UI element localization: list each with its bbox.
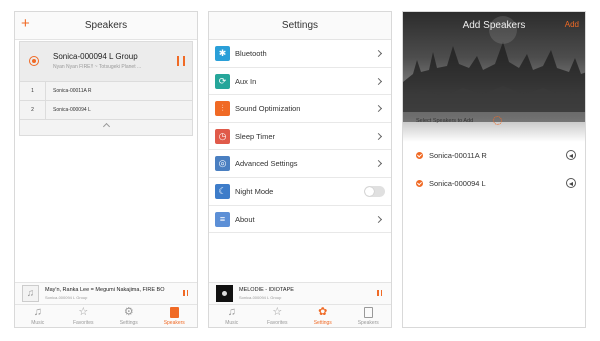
chevron-right-icon — [374, 49, 383, 58]
tab-favorites[interactable]: ☆ Favorites — [61, 305, 107, 327]
settings-item-bluetooth[interactable]: ✱ Bluetooth — [209, 40, 391, 68]
group-selected-radio-icon[interactable] — [29, 56, 39, 66]
mini-player-title: May'n, Ranka Lee = Megumi Nakajima, FIRE… — [45, 287, 165, 293]
speaker-icon — [346, 305, 392, 320]
timer-icon: ◷ — [215, 128, 230, 144]
gear-icon: ⚙ — [123, 306, 134, 318]
tab-label: Speakers — [357, 320, 379, 326]
speakers-header: + Speakers — [15, 12, 197, 40]
tab-bar: ♫ Music ☆ Favorites ✿ Settings Speakers — [209, 304, 392, 327]
chevron-right-icon — [374, 215, 383, 223]
checkmark-icon[interactable] — [416, 152, 423, 159]
settings-item-label: Night Mode — [235, 186, 274, 196]
settings-item-sound-optimization[interactable]: ⫶ Sound Optimization — [209, 95, 391, 123]
speakers-title: Speakers — [84, 20, 128, 31]
settings-item-aux-in[interactable]: ⟳ Aux In — [209, 68, 391, 96]
settings-item-advanced-settings[interactable]: ◎ Advanced Settings — [209, 150, 391, 178]
tab-label: Music — [225, 320, 239, 326]
speakers-screen: + Speakers Sonica-000094 L Group Nyan Ny… — [14, 11, 198, 328]
add-speakers-screen: Add Speakers Add Select Speakers to Add … — [402, 11, 586, 328]
chevron-right-icon — [374, 132, 383, 140]
speaker-name: Sonica-00011A R — [429, 151, 487, 160]
member-index: 1 — [20, 82, 46, 100]
loading-spinner-icon — [493, 116, 502, 125]
identify-speaker-icon[interactable] — [566, 178, 576, 188]
gear-icon: ✿ — [318, 306, 328, 318]
pause-icon[interactable] — [377, 290, 382, 296]
mini-player[interactable]: MELODIE - IDIOTAPE Sonica-000094 L Group — [209, 282, 391, 304]
member-index: 2 — [20, 101, 46, 119]
star-icon: ☆ — [78, 306, 89, 318]
speaker-name: Sonica-000094 L — [429, 179, 486, 188]
settings-item-label: About — [235, 214, 255, 224]
mini-player-subtitle: Sonica-000094 L Group — [45, 295, 88, 300]
group-member-row[interactable]: 2 Sonica-000094 L — [20, 101, 192, 120]
tab-speakers[interactable]: Speakers — [346, 305, 392, 327]
album-art — [216, 285, 233, 302]
add-button[interactable]: Add — [565, 20, 579, 29]
tab-favorites[interactable]: ☆ Favorites — [255, 305, 301, 327]
group-now-playing: Nyan Nyan FIRE!! ~ Totsugeki Planet ... — [53, 64, 142, 70]
tab-label: Favorites — [72, 320, 94, 326]
settings-item-label: Bluetooth — [235, 49, 267, 58]
group-title: Sonica-000094 L Group — [53, 52, 138, 61]
music-note-icon: ♫ — [33, 306, 42, 318]
bluetooth-icon: ✱ — [215, 46, 230, 61]
moon-icon: ☾ — [215, 183, 230, 199]
tab-music[interactable]: ♫ Music — [209, 305, 255, 327]
settings-title: Settings — [281, 20, 319, 31]
chevron-right-icon — [374, 77, 383, 85]
speaker-row[interactable]: Sonica-000094 L — [403, 170, 585, 198]
tab-settings[interactable]: ✿ Settings — [300, 305, 346, 327]
settings-screen: Settings ✱ Bluetooth ⟳ Aux In ⫶ Sound Op… — [208, 11, 392, 328]
settings-item-label: Sound Optimization — [235, 104, 301, 114]
star-icon: ☆ — [272, 306, 283, 318]
tab-bar: ♫ Music ☆ Favorites ⚙ Settings Speakers — [15, 304, 198, 327]
pause-icon[interactable] — [177, 56, 185, 66]
identify-speaker-icon[interactable] — [566, 150, 576, 160]
select-speakers-label: Select Speakers to Add — [416, 118, 474, 124]
chevron-right-icon — [374, 105, 383, 113]
speaker-icon — [152, 305, 198, 320]
tab-settings[interactable]: ⚙ Settings — [106, 305, 152, 327]
add-speakers-title: Add Speakers — [462, 20, 526, 31]
mini-player-subtitle: Sonica-000094 L Group — [239, 295, 282, 300]
mini-player-title: MELODIE - IDIOTAPE — [239, 287, 294, 293]
settings-list: ✱ Bluetooth ⟳ Aux In ⫶ Sound Optimizatio… — [209, 40, 391, 234]
pause-icon[interactable] — [183, 290, 188, 296]
tab-label: Settings — [313, 320, 332, 326]
member-name: Sonica-000094 L — [53, 107, 91, 113]
speaker-group-header[interactable]: Sonica-000094 L Group Nyan Nyan FIRE!! ~… — [20, 42, 192, 82]
tab-speakers[interactable]: Speakers — [152, 305, 198, 327]
tab-label: Settings — [119, 320, 138, 326]
tab-label: Speakers — [163, 320, 185, 326]
advanced-settings-icon: ◎ — [215, 156, 230, 172]
tab-label: Music — [31, 320, 45, 326]
mini-player[interactable]: ♫ May'n, Ranka Lee = Megumi Nakajima, FI… — [15, 282, 197, 304]
settings-item-sleep-timer[interactable]: ◷ Sleep Timer — [209, 123, 391, 151]
settings-header: Settings — [209, 12, 391, 40]
speaker-group-card[interactable]: Sonica-000094 L Group Nyan Nyan FIRE!! ~… — [19, 41, 193, 136]
settings-item-label: Sleep Timer — [235, 131, 276, 141]
settings-item-about[interactable]: ≡ About — [209, 206, 391, 234]
settings-item-night-mode: ☾ Night Mode — [209, 178, 391, 206]
music-note-icon: ♫ — [22, 285, 39, 302]
aux-in-icon: ⟳ — [215, 73, 230, 89]
tab-music[interactable]: ♫ Music — [15, 305, 61, 327]
night-mode-toggle[interactable] — [364, 185, 385, 197]
tab-label: Favorites — [266, 320, 288, 326]
chevron-right-icon — [374, 160, 383, 168]
collapse-chevron-up-icon[interactable] — [102, 122, 111, 131]
equalizer-icon: ⫶ — [215, 101, 230, 117]
speaker-row[interactable]: Sonica-00011A R — [403, 142, 585, 170]
group-member-row[interactable]: 1 Sonica-00011A R — [20, 82, 192, 101]
concert-background-image: Add Speakers Add Select Speakers to Add — [403, 12, 585, 142]
member-name: Sonica-00011A R — [53, 88, 92, 94]
settings-item-label: Aux In — [235, 76, 257, 86]
checkmark-icon[interactable] — [416, 180, 423, 187]
document-icon: ≡ — [215, 211, 230, 227]
music-note-icon: ♫ — [227, 306, 236, 318]
settings-item-label: Advanced Settings — [235, 159, 298, 169]
